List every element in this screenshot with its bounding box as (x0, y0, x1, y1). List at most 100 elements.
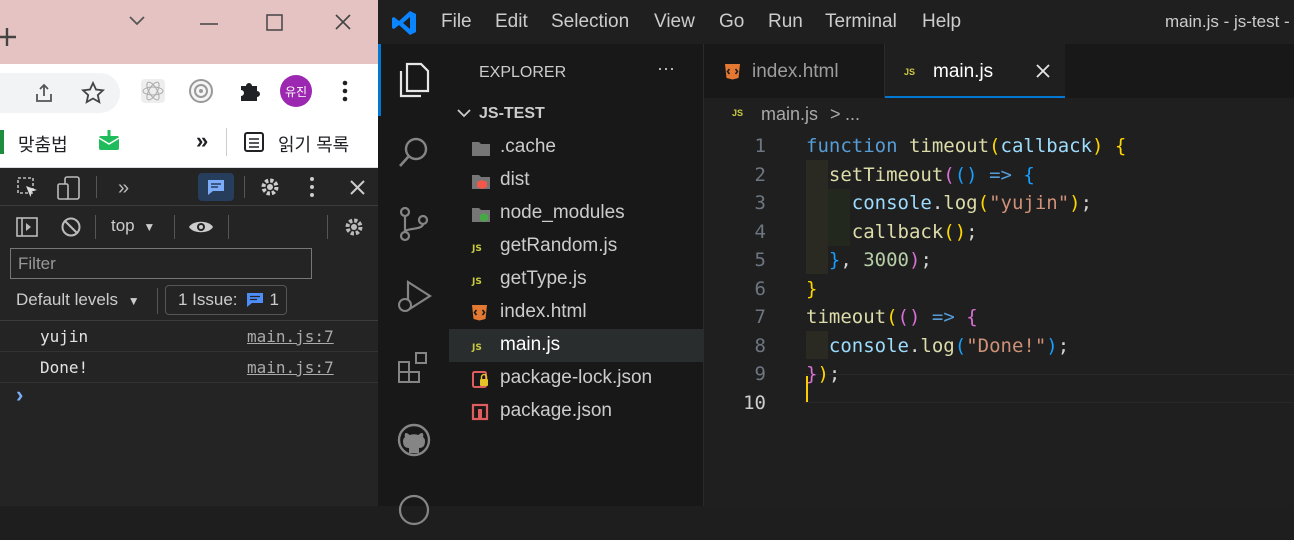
devtools-toolbar: » (0, 168, 378, 206)
console-message-text: yujin (40, 327, 89, 346)
inspect-element-icon[interactable] (17, 177, 39, 199)
console-message: Done! main.js:7 (0, 352, 378, 383)
file-tree-item[interactable]: JS getRandom.js (449, 230, 704, 263)
lock-json-icon (471, 370, 489, 388)
reading-list-icon[interactable] (243, 131, 265, 153)
new-tab-icon[interactable] (0, 26, 18, 48)
context-select[interactable]: top ▼ (111, 216, 155, 236)
close-devtools-icon[interactable] (349, 179, 366, 196)
more-tabs-icon[interactable]: » (118, 177, 129, 200)
menu-terminal[interactable]: Terminal (825, 11, 897, 33)
tab-main-js[interactable]: JS main.js (885, 44, 1065, 98)
js-file-icon: JS (471, 271, 489, 289)
issues-button[interactable]: 1 Issue: 1 (165, 285, 287, 315)
search-icon[interactable] (378, 122, 449, 182)
explorer-more-icon[interactable]: ··· (657, 58, 675, 79)
file-tree-item[interactable]: package.json (449, 395, 704, 428)
console-settings-icon[interactable] (343, 216, 365, 238)
react-devtools-extension-icon[interactable] (140, 78, 166, 104)
run-debug-icon[interactable] (378, 266, 449, 326)
mail-icon[interactable] (97, 130, 121, 152)
svg-text:JS: JS (471, 277, 482, 287)
menu-selection[interactable]: Selection (551, 11, 629, 33)
line-number: 9 (754, 363, 766, 385)
address-bar[interactable] (0, 73, 120, 113)
line-number: 2 (754, 163, 766, 186)
code-line: 9}); (704, 360, 1294, 389)
line-content: setTimeout(() => { (828, 163, 1035, 186)
menu-edit[interactable]: Edit (495, 11, 528, 33)
bookmark-favicon (0, 130, 4, 154)
line-content: function timeout(callback) { (806, 135, 1127, 157)
html-file-icon (724, 63, 741, 80)
folder-icon (471, 139, 490, 157)
sidebar-toggle-icon[interactable] (16, 217, 38, 237)
menu-view[interactable]: View (654, 11, 695, 33)
issue-message-icon (246, 292, 264, 308)
menu-file[interactable]: File (441, 11, 472, 33)
file-tree-item[interactable]: JS getType.js (449, 263, 704, 296)
file-tree-item[interactable]: node_modules (449, 197, 704, 230)
devtools-panel: » top ▼ Filter Default levels ▼ 1 Issue:… (0, 168, 378, 506)
levels-label: Default levels (16, 290, 119, 309)
bookmarks-overflow[interactable]: » (196, 128, 208, 154)
tab-index-html[interactable]: index.html (704, 44, 885, 98)
explorer-sidebar: EXPLORER ··· JS-TEST .cache dist node_modu… (449, 44, 704, 506)
file-tree-item[interactable]: JS main.js (449, 329, 704, 362)
breadcrumb-symbol[interactable]: ... (845, 104, 860, 125)
reading-list-label[interactable]: 읽기 목록 (278, 131, 349, 157)
close-icon[interactable] (334, 13, 352, 31)
js-file-icon: JS (732, 108, 744, 118)
explorer-files-icon[interactable] (378, 50, 449, 110)
more-vertical-icon[interactable] (305, 176, 319, 198)
more-vertical-icon[interactable] (336, 79, 354, 103)
file-tree-item[interactable]: index.html (449, 296, 704, 329)
svg-text:JS: JS (471, 343, 482, 353)
messages-icon[interactable] (198, 173, 234, 201)
code-line: 7 timeout(() => { (704, 303, 1294, 332)
device-toolbar-icon[interactable] (57, 176, 81, 200)
breadcrumb-file[interactable]: main.js (761, 104, 818, 125)
window-title: main.js - js-test - (1165, 12, 1290, 31)
issues-count: 1 (269, 290, 280, 309)
source-control-icon[interactable] (378, 194, 449, 254)
code-line: 1 function timeout(callback) { (704, 132, 1294, 161)
console-source-link[interactable]: main.js:7 (247, 358, 334, 377)
extensions-icon[interactable] (378, 338, 449, 398)
project-header[interactable]: JS-TEST (449, 102, 704, 130)
file-tree-item[interactable]: .cache (449, 131, 704, 164)
target-extension-icon[interactable] (188, 78, 214, 104)
filter-input[interactable]: Filter (10, 248, 312, 279)
bookmark-star-icon[interactable] (80, 80, 106, 106)
settings-gear-icon[interactable] (259, 176, 281, 198)
menu-help[interactable]: Help (922, 11, 961, 33)
console-source-link[interactable]: main.js:7 (247, 327, 334, 346)
file-tree-item[interactable]: dist (449, 164, 704, 197)
bookmark-spelling[interactable]: 맞춤법 (18, 131, 68, 157)
console-toolbar: top ▼ (0, 206, 378, 246)
console-prompt[interactable]: › (16, 382, 23, 408)
levels-dropdown[interactable]: Default levels ▼ (16, 290, 140, 310)
accounts-icon[interactable] (378, 480, 449, 540)
caret-down-icon: ▼ (143, 220, 156, 234)
line-content: timeout(() => { (806, 306, 978, 328)
extensions-puzzle-icon[interactable] (236, 78, 262, 104)
maximize-icon[interactable] (266, 14, 283, 31)
minimize-icon[interactable] (199, 22, 219, 26)
share-icon[interactable] (31, 80, 57, 106)
chevron-down-icon[interactable] (127, 14, 147, 28)
chevron-down-icon (456, 108, 472, 120)
menu-run[interactable]: Run (768, 11, 803, 33)
menu-go[interactable]: Go (719, 11, 744, 33)
code-line: 6} (704, 275, 1294, 304)
close-tab-icon[interactable] (1035, 63, 1051, 79)
levels-row: Default levels ▼ 1 Issue: 1 (0, 282, 378, 320)
code-line: 10 (704, 389, 1294, 418)
file-tree-item[interactable]: package-lock.json (449, 362, 704, 395)
code-editor[interactable]: 1 function timeout(callback) {2 setTimeou… (704, 132, 1294, 506)
github-icon[interactable] (378, 410, 449, 470)
avatar[interactable]: 유진 (280, 75, 312, 107)
eye-icon[interactable] (188, 219, 214, 235)
text-cursor (806, 376, 808, 402)
clear-console-icon[interactable] (60, 216, 82, 238)
